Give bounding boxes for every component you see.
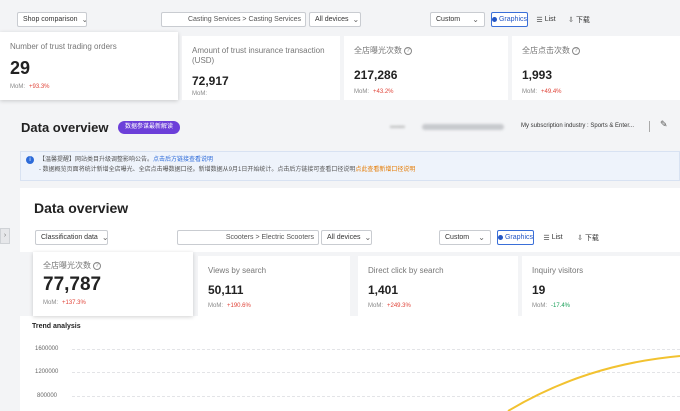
- graphics-toggle[interactable]: Graphics: [491, 12, 528, 27]
- metric-card-search-clicks[interactable]: Direct click by search 1,401 MoM: +249.3%: [358, 256, 518, 316]
- metric-card-trust-orders[interactable]: Number of trust trading orders 29 MoM: +9…: [0, 32, 178, 100]
- period-select[interactable]: Custom ⌄: [430, 12, 485, 27]
- metric-mom: MoM: -17.4%: [532, 303, 571, 309]
- chevron-down-icon: ⌄: [472, 15, 479, 24]
- list-icon: ☰: [543, 234, 550, 242]
- download-button[interactable]: ⇩ 下载: [565, 12, 593, 27]
- shop-comparison-label: Shop comparison: [23, 16, 78, 23]
- metric-card-trust-amount[interactable]: Amount of trust insurance transaction (U…: [182, 36, 340, 100]
- metric-card-store-exposure-2[interactable]: 全店曝光次数? 77,787 MoM: +137.3%: [33, 252, 193, 316]
- period-select-2[interactable]: Custom ⌄: [439, 230, 491, 245]
- period-label: Custom: [445, 234, 470, 241]
- list-toggle[interactable]: ☰ List: [533, 12, 559, 27]
- trend-title: Trend analysis: [32, 323, 81, 330]
- chevron-down-icon: ⌄: [101, 233, 108, 242]
- category-path-field-2[interactable]: Scooters > Electric Scooters: [177, 230, 319, 245]
- devices-select[interactable]: All devices ⌄: [309, 12, 361, 27]
- notice-link-2[interactable]: 点此查看新增口径说明: [355, 167, 415, 173]
- help-icon: ?: [93, 261, 101, 270]
- metric-value: 217,286: [354, 68, 398, 82]
- metric-value: 72,917: [192, 74, 229, 88]
- list-label: List: [544, 16, 556, 23]
- chevron-down-icon: ⌄: [77, 15, 86, 24]
- category-path-text: Scooters > Electric Scooters: [225, 234, 314, 241]
- metric-value: 77,787: [43, 274, 102, 295]
- metric-card-inquiry-visitors[interactable]: Inquiry visitors 19 MoM: -17.4%: [522, 256, 680, 316]
- metric-value: 19: [532, 283, 546, 297]
- classification-select[interactable]: Classification data ⌄: [35, 230, 108, 245]
- download-button-2[interactable]: ⇩ 下载: [574, 230, 602, 245]
- notice-line-2: - 数据概览页面将统计新增全店曝光、全店点击曝数据口径。新增数据从9月1日开始统…: [39, 167, 416, 173]
- metric-label: Amount of trust insurance transaction (U…: [192, 46, 325, 65]
- collapse-handle[interactable]: ›: [0, 228, 10, 244]
- notice-line-1: 【温馨提醒】网站类目升级调整影响公告。点击后方链接查看说明: [39, 157, 214, 163]
- graphics-dot-icon: [492, 17, 497, 22]
- metric-mom: MoM: +190.6%: [208, 303, 251, 309]
- metric-label: Direct click by search: [368, 266, 444, 275]
- graphics-label: Graphics: [498, 16, 527, 23]
- page-title: Data overview: [21, 120, 109, 135]
- masked-account: ▪▪▪▪▪▪: [390, 124, 405, 131]
- download-icon: ⇩: [568, 16, 574, 24]
- metric-mom: MoM:: [192, 91, 207, 97]
- metric-label: Inquiry visitors: [532, 266, 584, 275]
- edit-icon[interactable]: ✎: [660, 119, 668, 130]
- metric-label: 全店点击次数?: [522, 46, 580, 56]
- metric-card-store-exposure[interactable]: 全店曝光次数? 217,286 MoM: +43.2%: [344, 36, 508, 100]
- info-icon: i: [26, 156, 34, 164]
- chevron-down-icon: ⌄: [478, 233, 485, 242]
- shop-comparison-select[interactable]: Shop comparison ⌄: [17, 12, 87, 27]
- graphics-label: Graphics: [504, 234, 533, 241]
- metric-card-search-views[interactable]: Views by search 50,111 MoM: +190.6%: [198, 256, 350, 316]
- metric-mom: MoM: +137.3%: [43, 300, 86, 306]
- metric-mom: MoM: +93.3%: [10, 84, 50, 90]
- download-label: 下载: [575, 16, 590, 24]
- subscription-industry: My subscription industry : Sports & Ente…: [521, 123, 635, 129]
- metric-mom: MoM: +43.2%: [354, 89, 394, 95]
- devices-select-2[interactable]: All devices ⌄: [321, 230, 372, 245]
- divider: [649, 121, 650, 132]
- grid-line: [72, 349, 680, 350]
- devices-label: All devices: [315, 16, 349, 23]
- metric-value: 29: [10, 58, 31, 78]
- metric-label: Views by search: [208, 266, 267, 275]
- metric-value: 1,401: [368, 283, 399, 297]
- download-icon: ⇩: [577, 234, 583, 242]
- grid-line: [72, 396, 680, 397]
- list-icon: ☰: [536, 16, 543, 24]
- metric-value: 1,993: [522, 68, 553, 82]
- masked-account-bar: [422, 124, 504, 130]
- metric-card-store-clicks[interactable]: 全店点击次数? 1,993 MoM: +49.4%: [512, 36, 680, 100]
- metric-value: 50,111: [208, 283, 244, 297]
- category-path-text: Casting Services > Casting Services: [187, 16, 301, 23]
- interpretation-badge[interactable]: 数据参谋最新解读: [118, 121, 181, 134]
- metric-mom: MoM: +49.4%: [522, 89, 562, 95]
- category-path-field[interactable]: Casting Services > Casting Services: [161, 12, 306, 27]
- y-tick-label: 1600000: [35, 346, 59, 352]
- graphics-toggle-2[interactable]: Graphics: [497, 230, 534, 245]
- y-tick-label: 1200000: [35, 369, 59, 375]
- help-icon: ?: [404, 46, 412, 55]
- chevron-down-icon: ⌄: [352, 15, 360, 24]
- y-tick-label: 800000: [37, 393, 58, 399]
- metric-label: 全店曝光次数?: [43, 261, 101, 271]
- metric-label: 全店曝光次数?: [354, 46, 412, 56]
- graphics-dot-icon: [498, 235, 503, 240]
- list-toggle-2[interactable]: ☰ List: [540, 230, 566, 245]
- metric-mom: MoM: +249.3%: [368, 303, 411, 309]
- grid-line: [72, 372, 680, 373]
- devices-label: All devices: [327, 234, 361, 241]
- help-icon: ?: [572, 46, 580, 55]
- notice-banner: i 【温馨提醒】网站类目升级调整影响公告。点击后方链接查看说明 - 数据概览页面…: [20, 151, 680, 181]
- section-title: Data overview: [34, 200, 129, 216]
- chevron-down-icon: ⌄: [364, 233, 372, 242]
- metric-label: Number of trust trading orders: [10, 42, 117, 51]
- download-label: 下载: [584, 234, 599, 242]
- classification-label: Classification data: [41, 234, 98, 241]
- notice-link-1[interactable]: 点击后方链接查看说明: [153, 157, 213, 163]
- list-label: List: [551, 234, 563, 241]
- period-label: Custom: [436, 16, 461, 23]
